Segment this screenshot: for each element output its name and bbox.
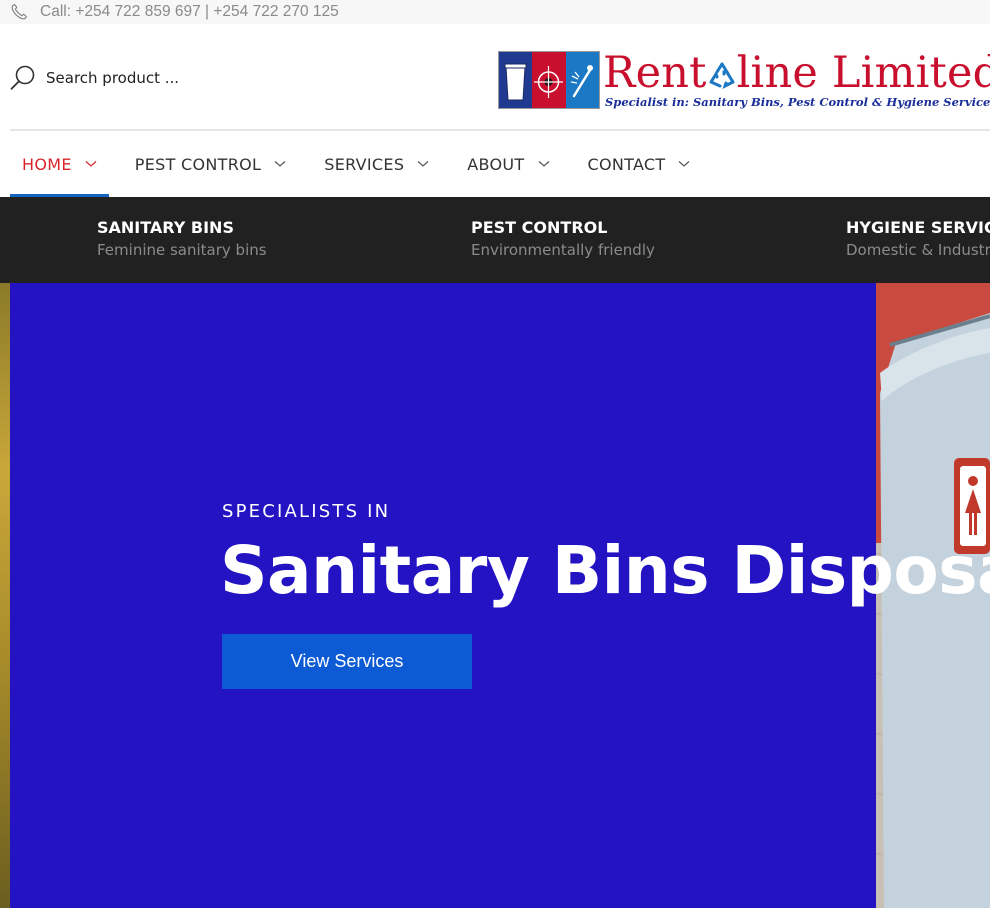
feature-hygiene-services[interactable]: HYGIENE SERVICES Domestic & Industrial [846, 217, 990, 261]
chevron-down-icon [274, 161, 286, 167]
sanitary-bin-icon [499, 52, 533, 108]
search-box[interactable] [8, 62, 246, 94]
feature-sanitary-bins[interactable]: SANITARY BINS Feminine sanitary bins [97, 217, 267, 261]
feature-pest-control[interactable]: PEST CONTROL Environmentally friendly [471, 217, 655, 261]
logo-name-part1: Rent [603, 48, 707, 98]
feature-title: SANITARY BINS [97, 218, 234, 237]
logo-tagline: Specialist in: Sanitary Bins, Pest Contr… [605, 95, 990, 109]
phone-icon [11, 4, 27, 20]
nav-label: HOME [22, 154, 72, 174]
logo[interactable]: Rent line Limited Specialist in: Sanitar… [498, 48, 990, 111]
chevron-down-icon [538, 161, 549, 167]
nav-item-contact[interactable]: CONTACT [576, 131, 703, 197]
search-input[interactable] [46, 69, 246, 87]
hero-title: Sanitary Bins Disposal [220, 532, 990, 609]
logo-emblem [498, 51, 600, 109]
main-nav: HOME PEST CONTROL SERVICES ABOUT CONTACT [10, 131, 990, 197]
feature-title: PEST CONTROL [471, 218, 608, 237]
cleaning-icon [565, 52, 599, 108]
nav-item-services[interactable]: SERVICES [312, 131, 441, 197]
feature-subtitle: Environmentally friendly [471, 241, 655, 259]
nav-item-home[interactable]: HOME [10, 131, 109, 197]
nav-item-pest-control[interactable]: PEST CONTROL [123, 131, 299, 197]
pest-target-icon [532, 52, 566, 108]
logo-name-part2: line Limited [736, 48, 990, 98]
view-services-button[interactable]: View Services [222, 634, 472, 689]
chevron-down-icon [679, 161, 690, 167]
nav-label: SERVICES [324, 154, 405, 174]
hero-side-image [0, 283, 10, 908]
nav-item-about[interactable]: ABOUT [455, 131, 561, 197]
feature-subtitle: Feminine sanitary bins [97, 241, 267, 259]
nav-label: PEST CONTROL [134, 154, 262, 174]
feature-title: HYGIENE SERVICES [846, 218, 990, 237]
search-icon[interactable] [8, 63, 38, 93]
recycle-icon [709, 62, 735, 89]
nav-label: ABOUT [467, 154, 525, 174]
header: Rent line Limited Specialist in: Sanitar… [0, 24, 990, 130]
hero-kicker: SPECIALISTS IN [222, 501, 391, 522]
chevron-down-icon [85, 161, 97, 167]
chevron-down-icon [417, 161, 429, 167]
logo-name: Rent line Limited [603, 47, 990, 99]
nav-label: CONTACT [587, 154, 666, 174]
call-text: Call: +254 722 859 697 | +254 722 270 12… [40, 3, 339, 20]
top-bar: Call: +254 722 859 697 | +254 722 270 12… [0, 0, 990, 24]
hero-slider: SPECIALISTS IN Sanitary Bins Disposal Vi… [0, 283, 990, 908]
feature-subtitle: Domestic & Industrial [846, 241, 990, 259]
feature-strip: SANITARY BINS Feminine sanitary bins PES… [0, 197, 990, 283]
